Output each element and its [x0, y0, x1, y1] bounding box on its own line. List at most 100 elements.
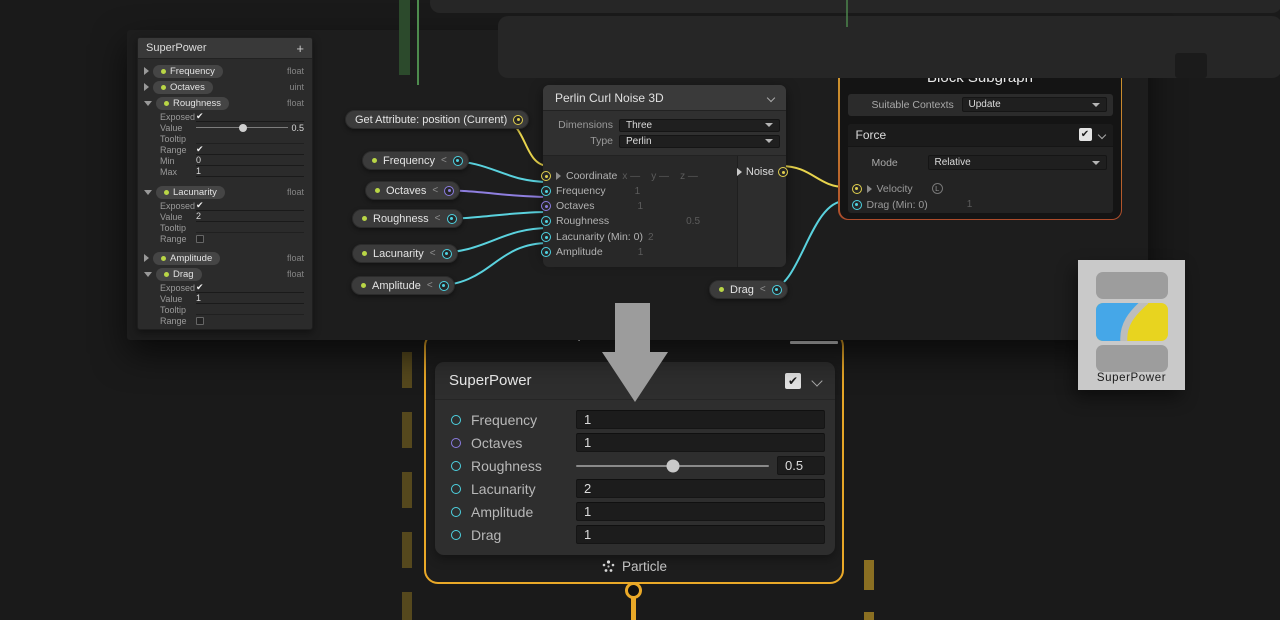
collapse-icon[interactable]: <: [430, 248, 436, 259]
velocity-input-port[interactable]: [852, 184, 862, 194]
blackboard-panel[interactable]: SuperPower + Frequency float Octaves uin…: [137, 37, 313, 330]
tooltip-input[interactable]: [196, 133, 304, 144]
uint-port-icon[interactable]: [451, 438, 461, 448]
octaves-input-port[interactable]: [541, 201, 551, 211]
suitable-contexts-dropdown[interactable]: Update: [962, 97, 1107, 112]
lacunarity-field[interactable]: 2: [576, 479, 825, 498]
checkmark-icon[interactable]: [196, 144, 204, 155]
param-node-roughness[interactable]: Roughness <: [352, 209, 463, 228]
amplitude-field[interactable]: 1: [576, 502, 825, 521]
roughness-input-port[interactable]: [541, 216, 551, 226]
output-port[interactable]: [772, 285, 782, 295]
get-attribute-node[interactable]: Get Attribute: position (Current): [345, 110, 529, 129]
expand-arrow-icon[interactable]: [556, 172, 561, 180]
float-port-icon[interactable]: [451, 530, 461, 540]
superpower-asset-card[interactable]: SuperPower: [1078, 260, 1185, 390]
tooltip-input[interactable]: [196, 222, 304, 233]
chevron-down-icon[interactable]: [1097, 130, 1105, 138]
float-port-icon[interactable]: [451, 461, 461, 471]
octaves-field[interactable]: 1: [576, 433, 825, 452]
param-node-octaves[interactable]: Octaves <: [365, 181, 460, 200]
expander-icon[interactable]: [144, 272, 152, 277]
force-header[interactable]: Force: [848, 124, 1113, 147]
property-row-octaves[interactable]: Octaves uint: [138, 79, 312, 95]
value-slider[interactable]: [196, 127, 288, 128]
collapse-icon[interactable]: <: [432, 185, 438, 196]
coordinate-input-port[interactable]: [541, 171, 551, 181]
checkbox-unchecked-icon[interactable]: [196, 317, 204, 325]
param-node-frequency[interactable]: Frequency <: [362, 151, 469, 170]
param-node-lacunarity[interactable]: Lacunarity <: [352, 244, 458, 263]
checkmark-icon[interactable]: [196, 111, 204, 122]
drag-input-port[interactable]: [852, 200, 862, 210]
float-port-icon[interactable]: [451, 415, 461, 425]
property-row-roughness[interactable]: Roughness float: [138, 95, 312, 111]
noise-output-port[interactable]: [778, 167, 788, 177]
param-node-amplitude[interactable]: Amplitude <: [351, 276, 455, 295]
block-enabled-checkbox[interactable]: [785, 373, 801, 389]
property-row-frequency[interactable]: Frequency float: [138, 63, 312, 79]
value-input[interactable]: 2: [196, 211, 201, 221]
param-node-drag[interactable]: Drag <: [709, 280, 788, 299]
checkmark-icon[interactable]: [196, 200, 204, 211]
float-port-icon[interactable]: [451, 507, 461, 517]
row-label: Drag: [461, 527, 576, 543]
frequency-field[interactable]: 1: [576, 410, 825, 429]
force-enabled-checkbox[interactable]: [1079, 128, 1092, 141]
expander-icon[interactable]: [144, 83, 149, 91]
dimensions-dropdown[interactable]: Three: [619, 119, 780, 132]
collapse-icon[interactable]: <: [441, 155, 447, 166]
position-output-port[interactable]: [513, 115, 523, 125]
property-type: float: [287, 66, 304, 76]
amplitude-input-port[interactable]: [541, 247, 551, 257]
expander-icon[interactable]: [144, 254, 149, 262]
float-port-icon[interactable]: [451, 484, 461, 494]
exposed-dot-icon: [361, 283, 366, 288]
input-label: Amplitude: [556, 246, 603, 258]
roughness-slider[interactable]: [576, 465, 769, 467]
expand-arrow-icon[interactable]: [867, 185, 872, 193]
output-port[interactable]: [447, 214, 457, 224]
tooltip-input[interactable]: [196, 304, 304, 315]
exposed-dot-icon: [362, 216, 367, 221]
output-port[interactable]: [439, 281, 449, 291]
property-type: float: [287, 98, 304, 108]
roughness-value-field[interactable]: 0.5: [777, 456, 825, 475]
exposed-field: Exposed: [138, 282, 312, 293]
add-property-button[interactable]: +: [296, 42, 304, 55]
perlin-curl-noise-node[interactable]: Perlin Curl Noise 3D Dimensions Three Ty…: [543, 85, 786, 257]
expander-icon[interactable]: [144, 190, 152, 195]
max-input[interactable]: 1: [196, 166, 201, 176]
background-node: [430, 0, 1280, 13]
checkbox-unchecked-icon[interactable]: [196, 235, 204, 243]
context-output-port[interactable]: [625, 582, 642, 599]
block-subgraph-panel[interactable]: Block Subgraph Suitable Contexts Update …: [838, 57, 1122, 220]
node-header[interactable]: Perlin Curl Noise 3D: [543, 85, 786, 111]
property-row-lacunarity[interactable]: Lacunarity float: [138, 184, 312, 200]
collapse-icon[interactable]: <: [435, 213, 441, 224]
lacunarity-input-port[interactable]: [541, 232, 551, 242]
frequency-input-port[interactable]: [541, 186, 551, 196]
drag-field[interactable]: 1: [576, 525, 825, 544]
property-row-amplitude[interactable]: Amplitude float: [138, 250, 312, 266]
output-port[interactable]: [444, 186, 454, 196]
output-port[interactable]: [442, 249, 452, 259]
expander-icon[interactable]: [144, 67, 149, 75]
checkmark-icon[interactable]: [196, 282, 204, 293]
value-input[interactable]: 1: [196, 293, 201, 303]
slider-handle[interactable]: [239, 124, 247, 132]
mode-dropdown[interactable]: Relative: [928, 155, 1107, 170]
output-port[interactable]: [453, 156, 463, 166]
min-input[interactable]: 0: [196, 155, 201, 165]
expander-icon[interactable]: [144, 101, 152, 106]
type-dropdown[interactable]: Perlin: [619, 135, 780, 148]
subgraph-icon-top-bar: [1096, 272, 1168, 299]
collapse-icon[interactable]: <: [427, 280, 433, 291]
collapse-icon[interactable]: <: [760, 284, 766, 295]
chevron-down-icon[interactable]: [767, 93, 775, 101]
property-row-drag[interactable]: Drag float: [138, 266, 312, 282]
chevron-down-icon[interactable]: [811, 375, 822, 386]
force-block[interactable]: Force Mode Relative Velocity L: [848, 124, 1113, 213]
local-space-badge[interactable]: L: [932, 183, 943, 194]
slider-handle[interactable]: [666, 459, 679, 472]
